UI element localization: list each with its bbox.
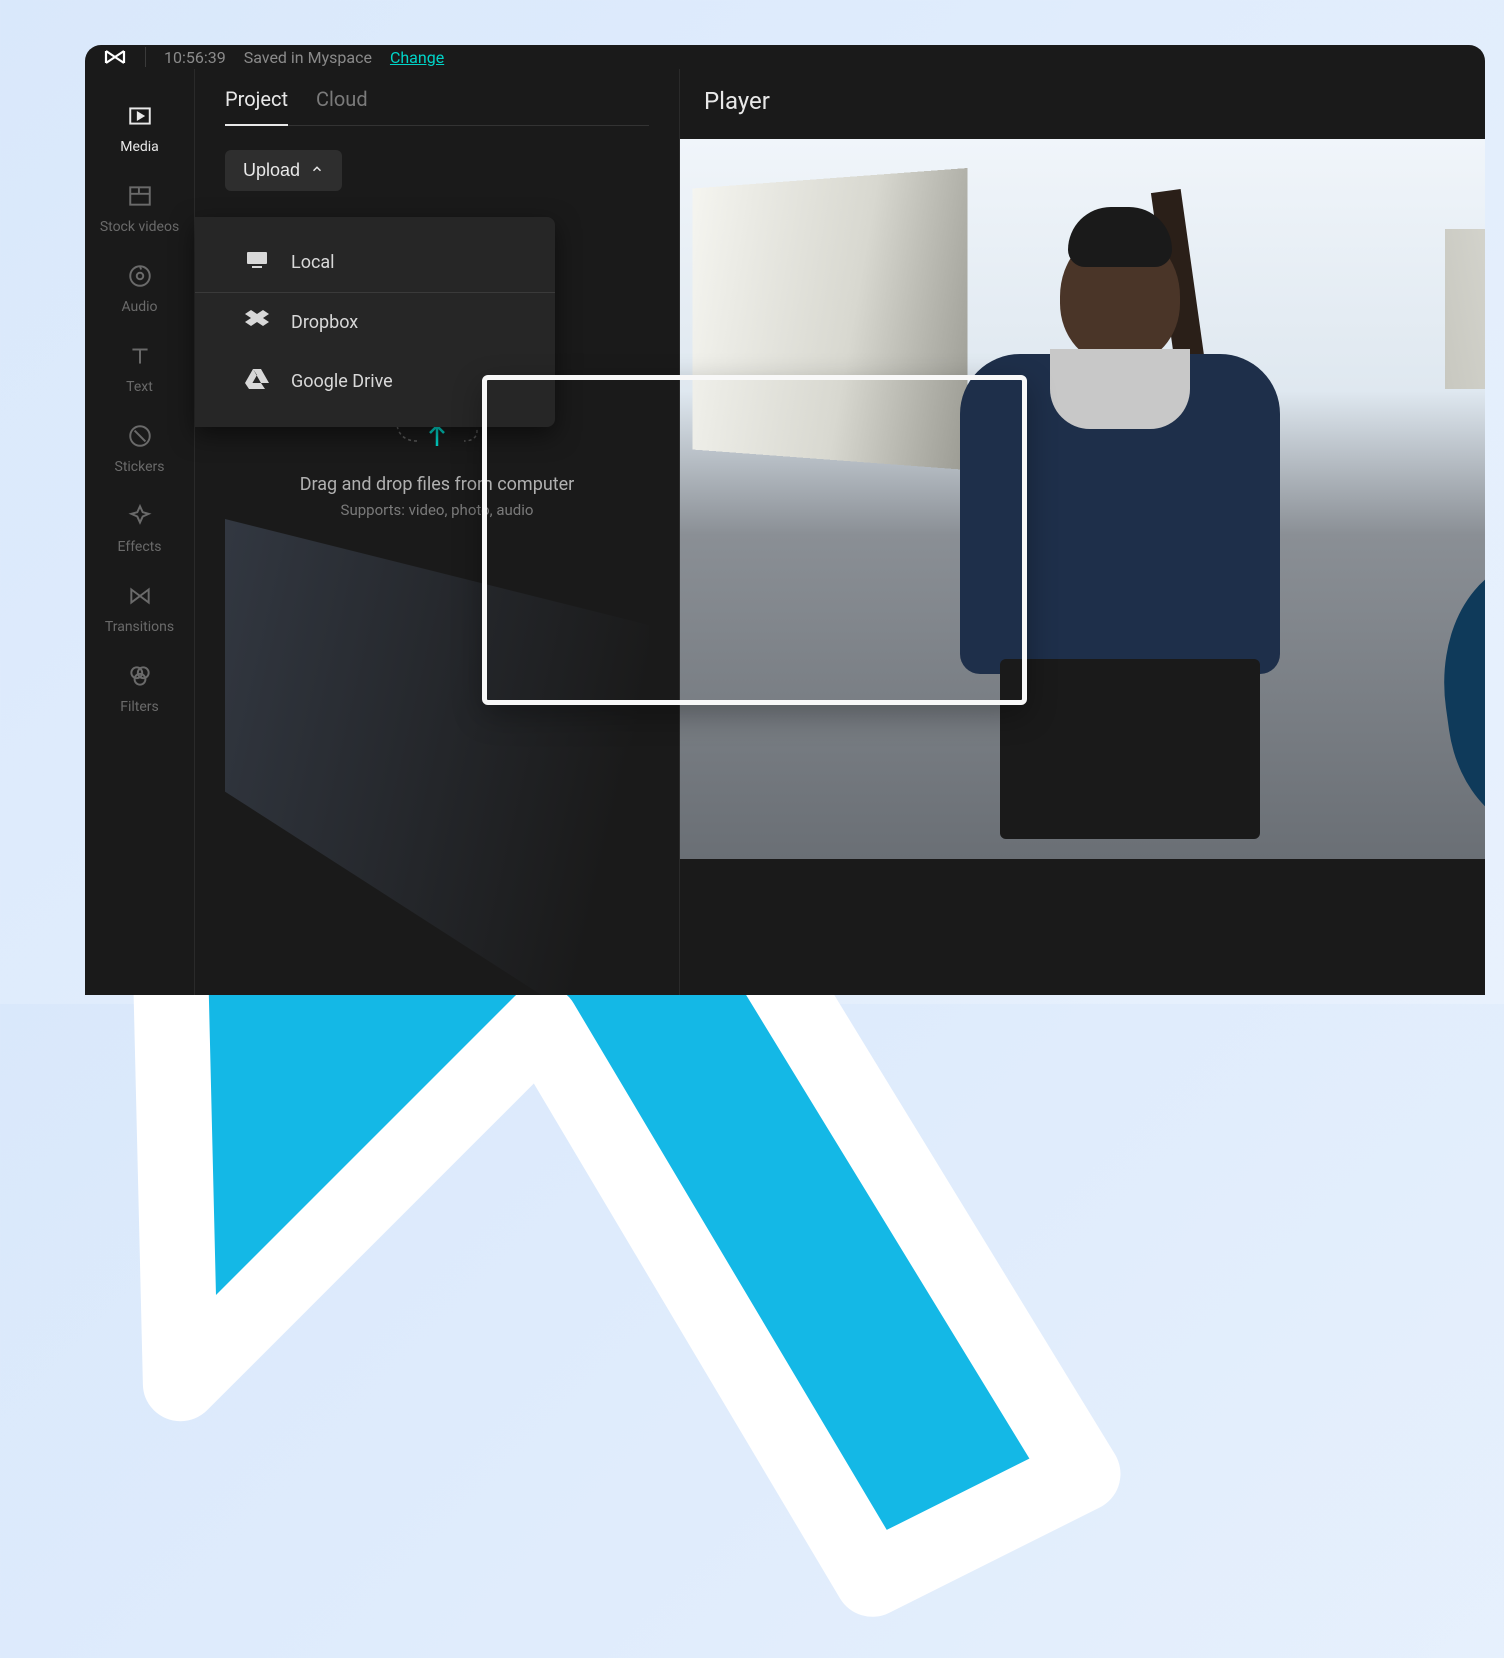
chevron-up-icon — [310, 160, 324, 181]
stock-videos-icon — [127, 183, 153, 213]
panel-tabs: Project Cloud — [225, 87, 649, 126]
upload-option-label: Google Drive — [291, 371, 393, 392]
local-icon — [245, 249, 269, 276]
effects-icon — [127, 503, 153, 533]
top-bar: 10:56:39 Saved in Myspace Change — [85, 45, 1485, 69]
saved-status: Saved in Myspace — [244, 48, 372, 67]
sidebar-item-stock-videos[interactable]: Stock videos — [85, 169, 194, 249]
text-icon — [127, 343, 153, 373]
media-icon — [127, 103, 153, 133]
dragging-media-thumbnail[interactable] — [482, 375, 1027, 705]
stickers-icon — [127, 423, 153, 453]
audio-icon — [127, 263, 153, 293]
sidebar-label: Media — [120, 139, 159, 155]
sidebar-label: Audio — [121, 299, 157, 315]
filters-icon — [127, 663, 153, 693]
tab-cloud[interactable]: Cloud — [316, 87, 368, 125]
app-logo-icon — [103, 45, 127, 69]
sidebar-label: Transitions — [105, 619, 174, 635]
upload-button[interactable]: Upload — [225, 150, 342, 191]
sidebar-item-audio[interactable]: Audio — [85, 249, 194, 329]
google-drive-icon — [245, 368, 269, 395]
upload-button-label: Upload — [243, 160, 300, 181]
sidebar-item-media[interactable]: Media — [85, 89, 194, 169]
sidebar-label: Filters — [120, 699, 159, 715]
tab-project[interactable]: Project — [225, 87, 288, 125]
sidebar-item-stickers[interactable]: Stickers — [85, 409, 194, 489]
sidebar-item-transitions[interactable]: Transitions — [85, 569, 194, 649]
upload-option-dropbox[interactable]: Dropbox — [195, 293, 555, 352]
sidebar-label: Stock videos — [100, 219, 179, 235]
sidebar-item-text[interactable]: Text — [85, 329, 194, 409]
transitions-icon — [127, 583, 153, 613]
preview-content — [1000, 659, 1260, 839]
top-bar-divider — [145, 47, 146, 67]
tool-sidebar: Media Stock videos Audio Text — [85, 69, 195, 995]
preview-background — [1445, 229, 1485, 389]
preview-content — [1427, 546, 1485, 841]
upload-option-label: Local — [291, 252, 335, 273]
dropbox-icon — [245, 309, 269, 336]
sidebar-item-filters[interactable]: Filters — [85, 649, 194, 729]
upload-option-local[interactable]: Local — [195, 233, 555, 293]
sidebar-label: Effects — [118, 539, 162, 555]
change-location-link[interactable]: Change — [390, 48, 444, 67]
player-title: Player — [704, 87, 1485, 115]
upload-option-label: Dropbox — [291, 312, 358, 333]
sidebar-label: Text — [126, 379, 153, 395]
sidebar-item-effects[interactable]: Effects — [85, 489, 194, 569]
sidebar-label: Stickers — [115, 459, 165, 475]
save-timestamp: 10:56:39 — [164, 48, 226, 67]
